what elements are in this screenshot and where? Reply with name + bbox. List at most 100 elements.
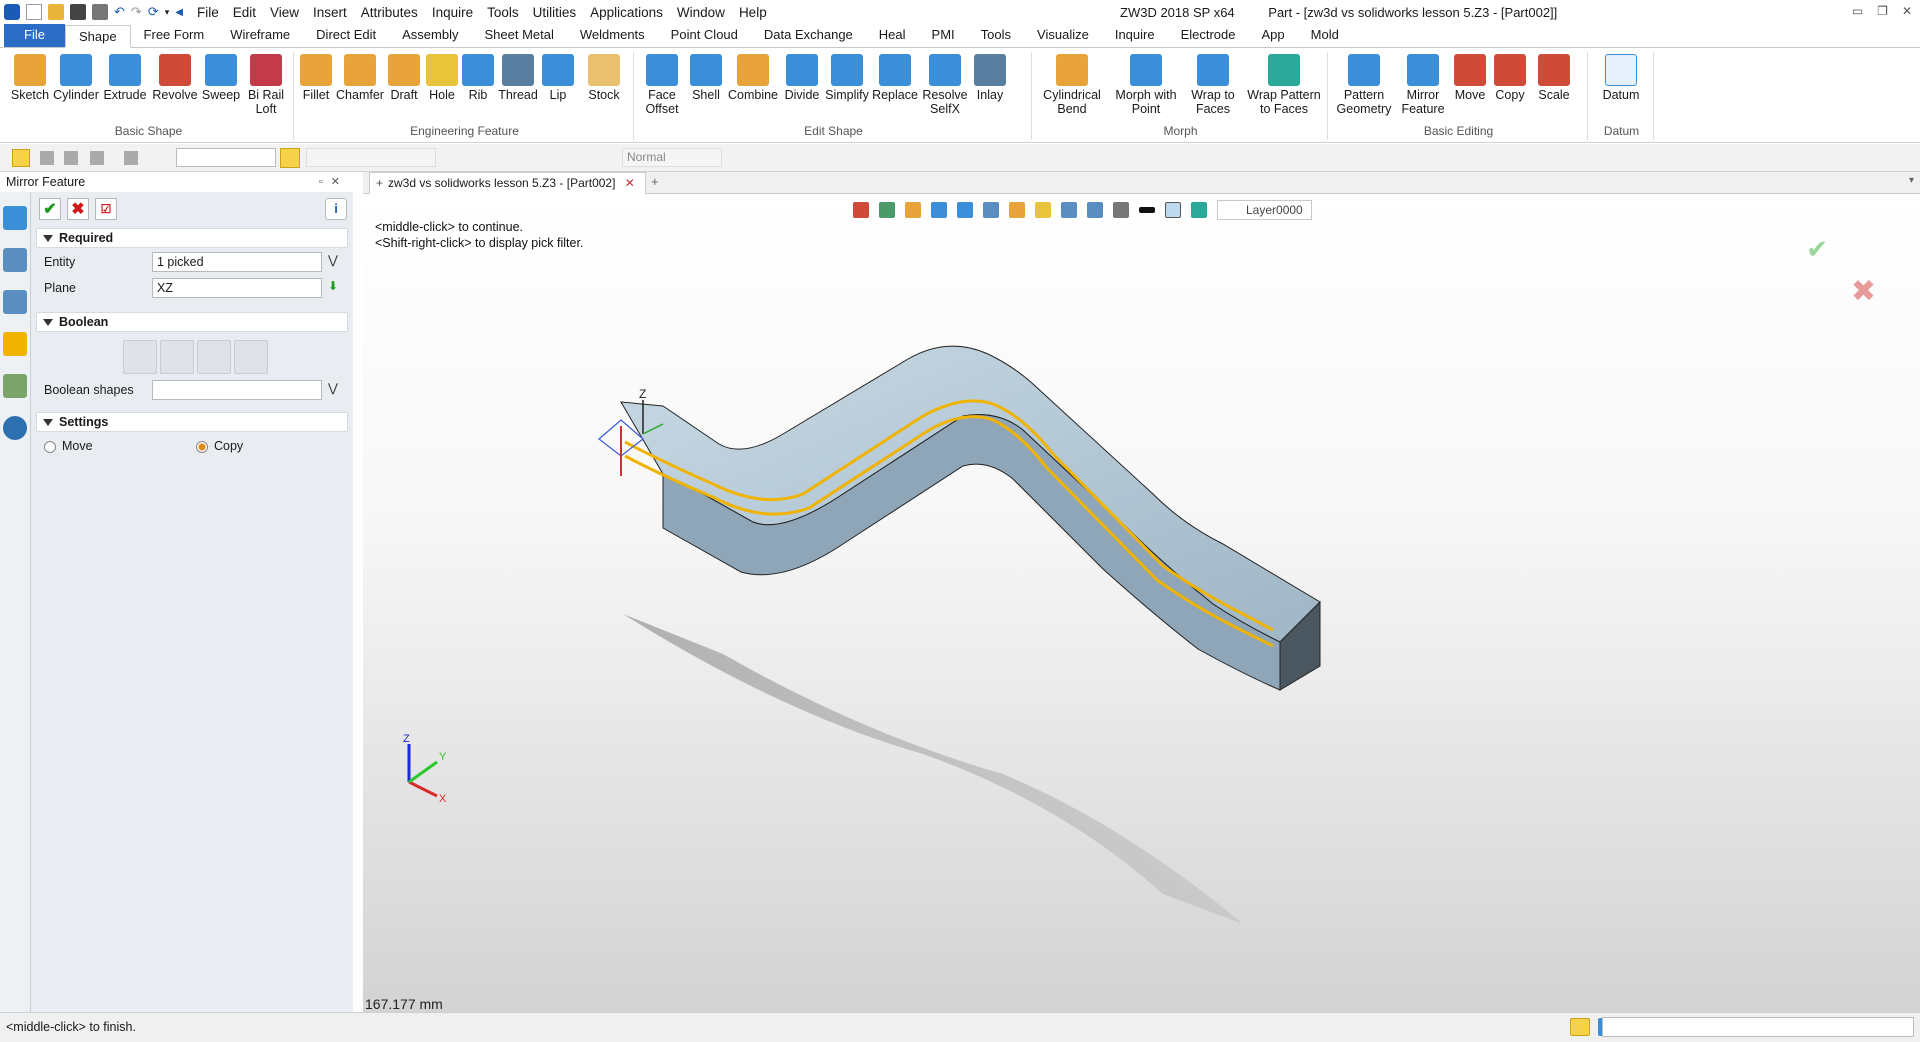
tab-sheet-metal[interactable]: Sheet Metal [472, 24, 567, 47]
open-folder-icon[interactable] [48, 4, 64, 20]
library-icon[interactable] [3, 332, 27, 356]
face-offset-button[interactable]: Face Offset [640, 54, 684, 116]
move-radio[interactable] [44, 440, 56, 453]
thread-button[interactable]: Thread [496, 54, 540, 102]
redo-icon[interactable]: ↷ [131, 4, 142, 20]
undo-icon[interactable]: ↶ [114, 4, 125, 20]
part-model[interactable]: Z [363, 194, 1920, 1012]
morph-with-point-button[interactable]: Morph with Point [1114, 54, 1178, 116]
scale-button[interactable]: Scale [1534, 54, 1574, 102]
sweep-button[interactable]: Sweep [200, 54, 242, 102]
info-button[interactable]: i [325, 198, 347, 220]
print-icon[interactable] [92, 4, 108, 20]
panel-pin-close-icons[interactable]: ▫✕ [319, 175, 348, 188]
tab-electrode[interactable]: Electrode [1168, 24, 1249, 47]
menu-edit[interactable]: Edit [233, 5, 256, 20]
filter-dropdown[interactable] [176, 148, 276, 167]
close-tab-icon[interactable]: ✕ [625, 176, 635, 190]
tab-direct-edit[interactable]: Direct Edit [303, 24, 389, 47]
resolve-selfx-button[interactable]: Resolve SelfX [920, 54, 970, 116]
menu-file[interactable]: File [197, 5, 219, 20]
boolean-remove-icon[interactable] [197, 340, 231, 374]
lip-button[interactable]: Lip [542, 54, 574, 102]
wrap-pattern-to-faces-button[interactable]: Wrap Pattern to Faces [1246, 54, 1322, 116]
menu-help[interactable]: Help [739, 5, 767, 20]
close-window-icon[interactable]: ✕ [1902, 4, 1912, 18]
stock-button[interactable]: Stock [584, 54, 624, 102]
highlight-toggle-icon[interactable] [280, 148, 300, 168]
extrude-button[interactable]: Extrude [102, 54, 148, 102]
tab-point-cloud[interactable]: Point Cloud [658, 24, 751, 47]
command-input[interactable] [1602, 1017, 1914, 1037]
section-required[interactable]: Required [36, 228, 348, 248]
image-library-icon[interactable] [3, 374, 27, 398]
draft-button[interactable]: Draft [386, 54, 422, 102]
menu-attributes[interactable]: Attributes [361, 5, 418, 20]
menu-window[interactable]: Window [677, 5, 725, 20]
move-option[interactable]: Move [44, 439, 93, 453]
ok-button[interactable]: ✔ [39, 198, 61, 220]
regen-icon[interactable]: ⟳ [148, 4, 159, 20]
tab-weldments[interactable]: Weldments [567, 24, 658, 47]
toolbar-tool-icon[interactable] [90, 151, 104, 165]
tab-shape[interactable]: Shape [64, 25, 131, 48]
tab-visualize[interactable]: Visualize [1024, 24, 1102, 47]
tab-app[interactable]: App [1249, 24, 1298, 47]
restore-icon[interactable]: ❐ [1877, 4, 1888, 18]
tab-mold[interactable]: Mold [1298, 24, 1352, 47]
menu-tools[interactable]: Tools [487, 5, 519, 20]
inlay-button[interactable]: Inlay [972, 54, 1008, 102]
tab-pmi[interactable]: PMI [919, 24, 968, 47]
tab-heal[interactable]: Heal [866, 24, 919, 47]
boolean-add-icon[interactable] [160, 340, 194, 374]
toolbar-tool-icon[interactable] [40, 151, 54, 165]
toolbar-tool-icon[interactable] [124, 151, 138, 165]
replace-button[interactable]: Replace [872, 54, 918, 102]
tab-wireframe[interactable]: Wireframe [217, 24, 303, 47]
history-tree-icon[interactable] [3, 248, 27, 272]
plane-field[interactable]: XZ [152, 278, 322, 298]
chamfer-button[interactable]: Chamfer [336, 54, 384, 102]
simplify-button[interactable]: Simplify [824, 54, 870, 102]
move-button[interactable]: Move [1452, 54, 1488, 102]
entity-field[interactable]: 1 picked [152, 252, 322, 272]
tab-tools[interactable]: Tools [968, 24, 1024, 47]
copy-button[interactable]: Copy [1490, 54, 1530, 102]
toolbar-tool-icon[interactable] [64, 151, 78, 165]
boolean-shapes-options-icon[interactable]: ⋁ [328, 381, 338, 395]
expand-arrow-icon[interactable]: ◀ [175, 7, 183, 18]
menu-view[interactable]: View [270, 5, 299, 20]
tab-list-icon[interactable]: ▾ [1909, 175, 1914, 186]
menu-insert[interactable]: Insert [313, 5, 347, 20]
revolve-button[interactable]: Revolve [152, 54, 198, 102]
new-file-icon[interactable] [26, 4, 42, 20]
bi-rail-loft-button[interactable]: Bi Rail Loft [244, 54, 288, 116]
menu-utilities[interactable]: Utilities [533, 5, 577, 20]
cylindrical-bend-button[interactable]: Cylindrical Bend [1042, 54, 1102, 116]
combine-button[interactable]: Combine [726, 54, 780, 102]
menu-applications[interactable]: Applications [590, 5, 663, 20]
tab-free-form[interactable]: Free Form [131, 24, 218, 47]
render-mode-dropdown[interactable]: Normal [622, 148, 722, 167]
pick-arrow-icon[interactable] [12, 149, 30, 167]
divide-button[interactable]: Divide [782, 54, 822, 102]
boolean-intersect-icon[interactable] [234, 340, 268, 374]
rib-button[interactable]: Rib [462, 54, 494, 102]
apply-button[interactable]: ☑ [95, 198, 117, 220]
tab-assembly[interactable]: Assembly [389, 24, 471, 47]
user-icon[interactable] [3, 416, 27, 440]
copy-radio[interactable] [196, 440, 208, 453]
plane-pick-icon[interactable]: ⬇ [328, 279, 338, 293]
copy-option[interactable]: Copy [196, 439, 243, 453]
shell-button[interactable]: Shell [688, 54, 724, 102]
new-tab-icon[interactable]: + [651, 174, 659, 189]
document-tab[interactable]: + zw3d vs solidworks lesson 5.Z3 - [Part… [369, 172, 646, 194]
fillet-button[interactable]: Fillet [296, 54, 336, 102]
section-settings[interactable]: Settings [36, 412, 348, 432]
tab-data-exchange[interactable]: Data Exchange [751, 24, 866, 47]
entity-options-icon[interactable]: ⋁ [328, 253, 338, 267]
sketch-button[interactable]: Sketch [8, 54, 52, 102]
save-icon[interactable] [70, 4, 86, 20]
hole-button[interactable]: Hole [424, 54, 460, 102]
minimize-icon[interactable]: ▭ [1852, 4, 1863, 18]
